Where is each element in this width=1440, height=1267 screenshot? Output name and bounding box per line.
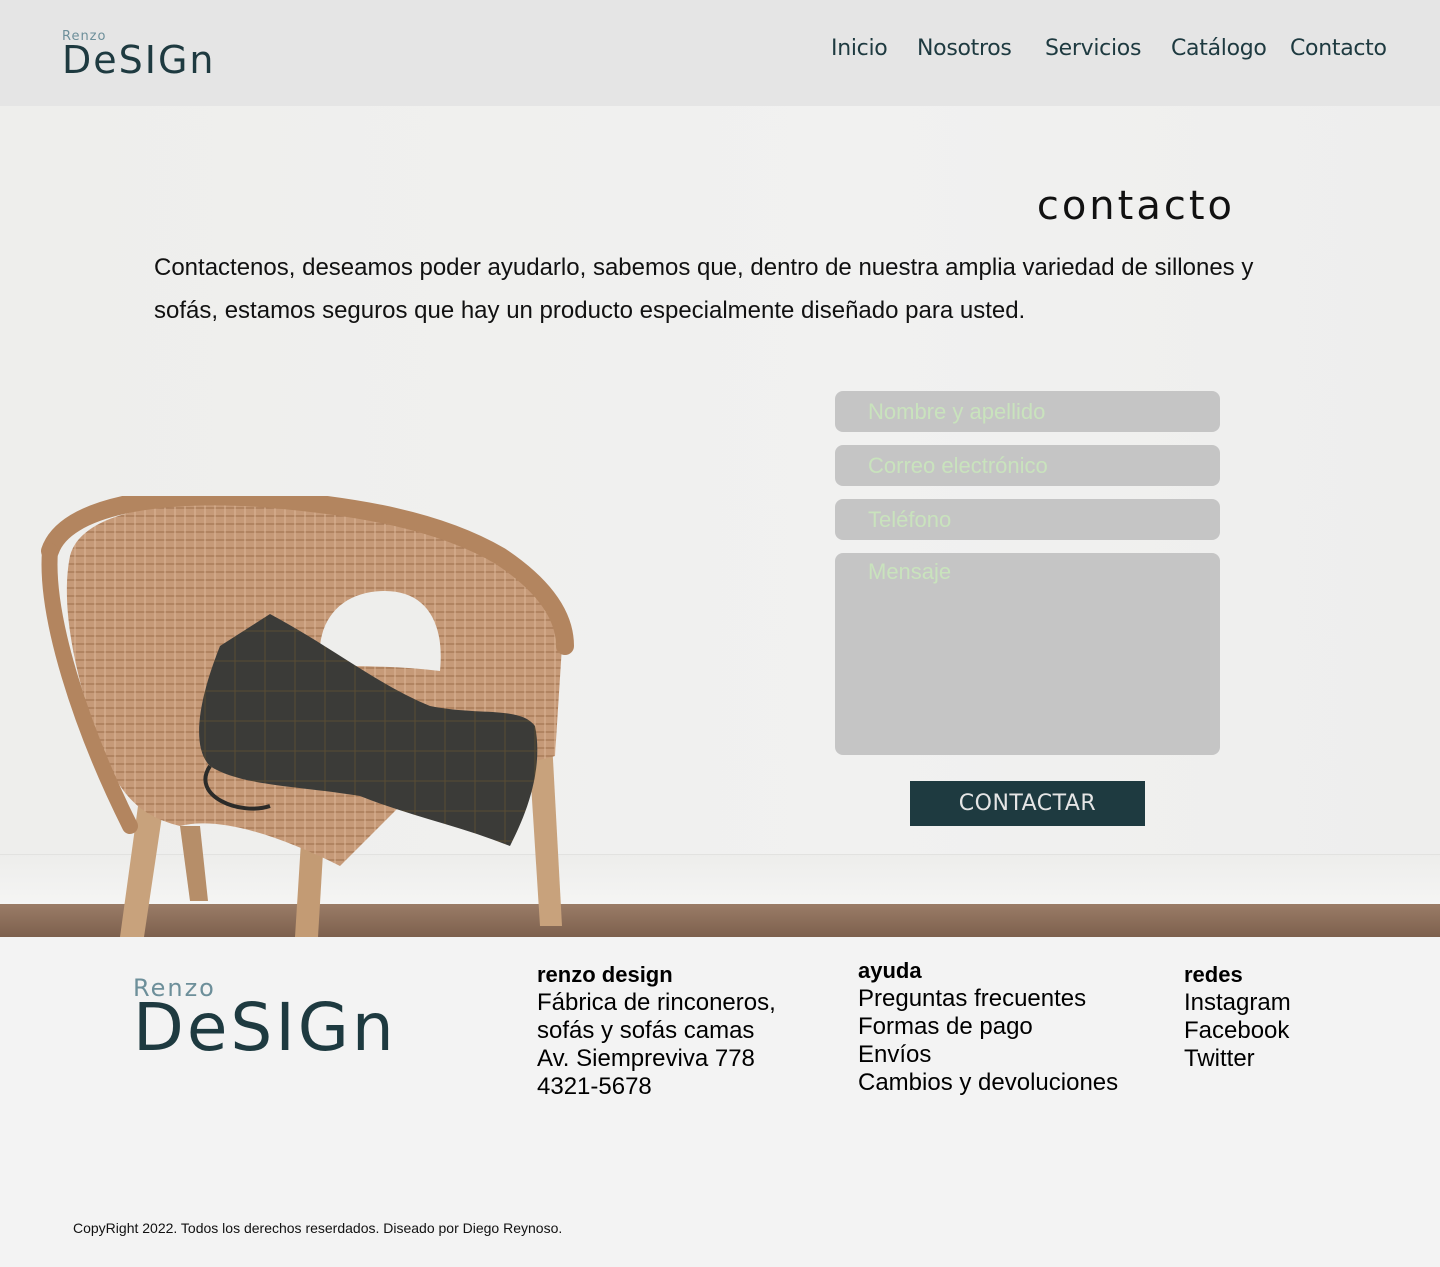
footer-company-column: renzo design Fábrica de rinconeros, sofá… — [537, 961, 776, 1101]
name-field[interactable] — [835, 391, 1220, 432]
footer-help-heading: ayuda — [858, 958, 922, 983]
footer-help-column: ayuda Preguntas frecuentes Formas de pag… — [858, 957, 1118, 1097]
nav-nosotros[interactable]: Nosotros — [917, 36, 1012, 61]
footer-link-shipping[interactable]: Envíos — [858, 1041, 1118, 1069]
footer-social-heading: redes — [1184, 962, 1243, 987]
footer-logo[interactable]: Renzo DeSIGn — [133, 976, 397, 1066]
footer-link-facebook[interactable]: Facebook — [1184, 1017, 1291, 1045]
copyright-text: CopyRight 2022. Todos los derechos reser… — [73, 1220, 563, 1236]
footer-link-twitter[interactable]: Twitter — [1184, 1045, 1291, 1073]
footer-company-address: Av. Siempreviva 778 — [537, 1045, 755, 1072]
nav-inicio[interactable]: Inicio — [831, 36, 888, 61]
contact-hero: contacto Contactenos, deseamos poder ayu… — [0, 106, 1440, 937]
message-field[interactable] — [835, 553, 1220, 755]
site-header: Renzo DeSIGn Inicio Nosotros Servicios C… — [0, 0, 1440, 106]
intro-text: Contactenos, deseamos poder ayudarlo, sa… — [154, 254, 1254, 324]
footer-company-phone: 4321-5678 — [537, 1073, 652, 1100]
contact-submit-button[interactable]: CONTACTAR — [910, 781, 1145, 826]
wicker-chair-image — [41, 496, 574, 937]
footer-link-returns[interactable]: Cambios y devoluciones — [858, 1069, 1118, 1097]
footer-link-payment[interactable]: Formas de pago — [858, 1013, 1118, 1041]
footer-company-heading: renzo design — [537, 962, 673, 987]
main-nav: Inicio Nosotros Servicios Catálogo Conta… — [0, 36, 1440, 66]
nav-servicios[interactable]: Servicios — [1045, 36, 1141, 61]
page-title: contacto — [1036, 182, 1235, 229]
footer-company-line: sofás y sofás camas — [537, 1017, 755, 1044]
footer-link-instagram[interactable]: Instagram — [1184, 989, 1291, 1017]
email-field[interactable] — [835, 445, 1220, 486]
footer-social-column: redes Instagram Facebook Twitter — [1184, 961, 1291, 1073]
footer-company-line: Fábrica de rinconeros, — [537, 989, 776, 1016]
site-footer: Renzo DeSIGn renzo design Fábrica de rin… — [0, 937, 1440, 1267]
footer-logo-design-text: DeSIGn — [133, 989, 397, 1066]
nav-contacto[interactable]: Contacto — [1290, 36, 1387, 61]
footer-link-faq[interactable]: Preguntas frecuentes — [858, 985, 1118, 1013]
nav-catalogo[interactable]: Catálogo — [1171, 36, 1267, 61]
phone-field[interactable] — [835, 499, 1220, 540]
